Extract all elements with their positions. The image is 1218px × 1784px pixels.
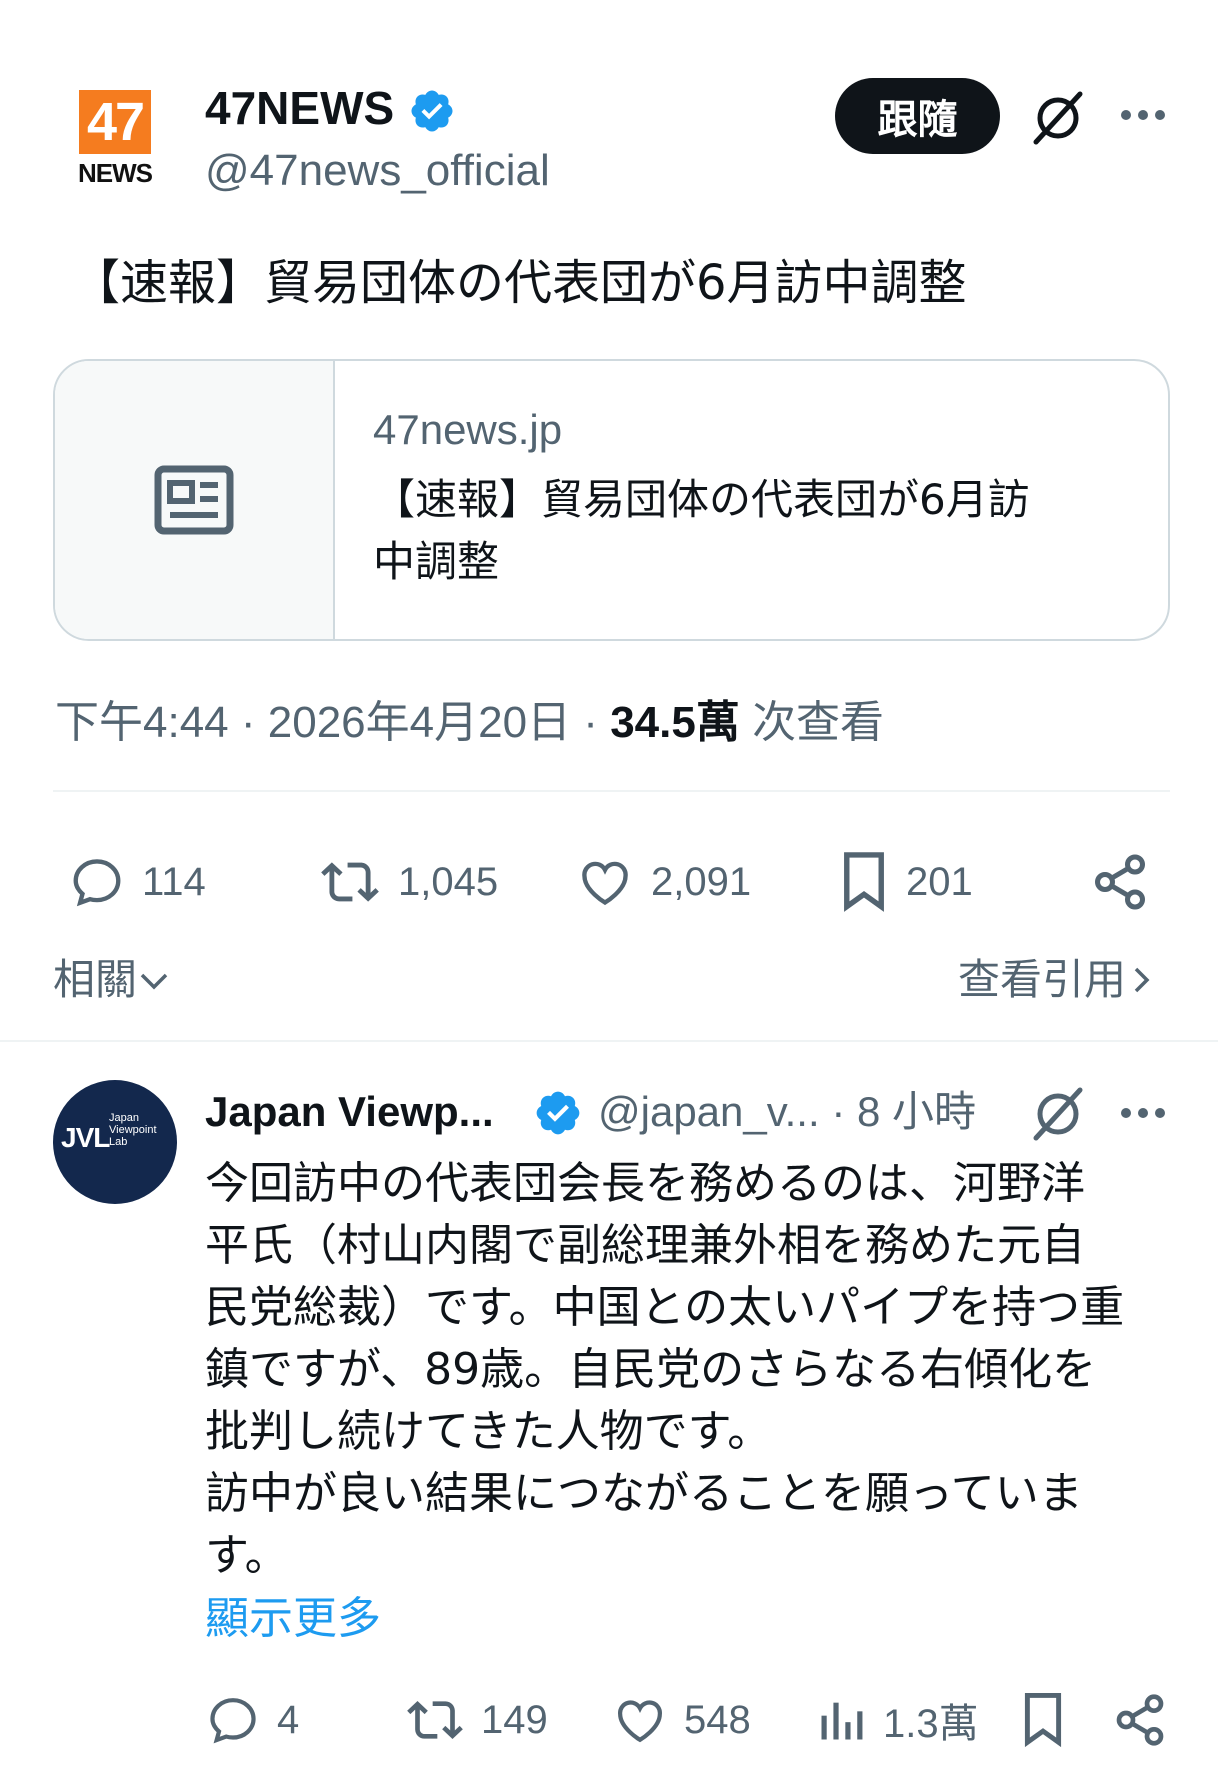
avatar-logo-number: 47: [79, 90, 151, 154]
link-card-title-line: 【速報】貿易団体の代表団が6月訪: [373, 475, 1030, 524]
reply-like-count: 548: [684, 1697, 751, 1742]
meta-separator: ·: [583, 698, 611, 747]
like-count: 2,091: [651, 859, 752, 904]
bookmark-count: 201: [906, 859, 973, 904]
reply-text-line: 鎮ですが、89歳。自民党のさらなる右傾化を: [205, 1344, 1097, 1395]
reply-time[interactable]: · 8 小時: [831, 1088, 976, 1135]
reply-text-line: す。: [205, 1530, 289, 1581]
chevron-right-icon: [1134, 967, 1150, 993]
link-card[interactable]: 47news.jp 【速報】貿易団体の代表団が6月訪 中調整: [53, 359, 1170, 641]
section-divider: [0, 1040, 1218, 1042]
link-card-title: 【速報】貿易団体の代表団が6月訪 中調整: [373, 469, 1128, 593]
reply-like-button[interactable]: 548: [612, 1688, 751, 1752]
reply-share-button[interactable]: [1112, 1688, 1184, 1752]
reply-icon: [73, 859, 121, 907]
view-quotes-label: 查看引用: [958, 955, 1127, 1004]
bookmark-icon: [844, 852, 884, 912]
repost-icon: [407, 1701, 463, 1739]
reply-views-button[interactable]: 1.3萬: [815, 1688, 979, 1752]
reply-repost-count: 149: [481, 1697, 548, 1742]
reply-icon: [210, 1698, 256, 1744]
verified-badge-icon: [411, 90, 453, 132]
reply-text: 今回訪中の代表団会長を務めるのは、河野洋 平氏（村山内閣で副総理兼外相を務めた元…: [205, 1153, 1180, 1587]
tweet-text: 【速報】貿易団体の代表団が6月訪中調整: [72, 255, 967, 311]
repost-button[interactable]: 1,045: [318, 850, 498, 914]
views-label: 次查看: [752, 698, 885, 747]
reply-author-avatar[interactable]: JVL Japan Viewpoint Lab: [53, 1080, 177, 1204]
reply-text-line: 平氏（村山内閣で副総理兼外相を務めた元自: [205, 1220, 1085, 1271]
more-options-icon[interactable]: [1118, 98, 1168, 132]
repost-icon: [321, 862, 379, 902]
avatar-jvl-subtext: Japan Viewpoint Lab: [109, 1112, 157, 1148]
reply-text-line: 訪中が良い結果につながることを願っていま: [205, 1468, 1083, 1519]
article-icon: [154, 465, 234, 535]
reply-meta: @japan_v... · 8 小時: [598, 1085, 976, 1139]
repost-count: 1,045: [398, 859, 499, 904]
reply-text-line: 今回訪中の代表団会長を務めるのは、河野洋: [205, 1158, 1085, 1209]
reply-text-line: 批判し続けてきた人物です。: [205, 1406, 772, 1457]
reply-reply-count: 4: [277, 1697, 300, 1742]
show-more-link[interactable]: 顯示更多: [205, 1588, 381, 1650]
reply-bookmark-button[interactable]: [1020, 1688, 1082, 1752]
like-button[interactable]: 2,091: [575, 850, 751, 914]
reply-text-line: 民党総裁）です。中国との太いパイプを持つ重: [205, 1282, 1125, 1333]
more-options-icon[interactable]: [1118, 1096, 1168, 1130]
chevron-down-icon: [140, 973, 168, 990]
tweet-meta: 下午4:44 · 2026年4月20日 · 34.5萬 次查看: [55, 695, 884, 751]
reply-author-handle[interactable]: @japan_v...: [598, 1088, 820, 1135]
follow-button[interactable]: 跟隨: [835, 78, 1000, 154]
related-label: 相關: [53, 955, 138, 1004]
reply-reply-button[interactable]: 4: [205, 1688, 299, 1752]
views-count: 34.5萬: [610, 698, 740, 747]
bookmark-icon: [1024, 1693, 1062, 1748]
bookmark-button[interactable]: 201: [838, 850, 973, 914]
share-icon: [1116, 1694, 1164, 1746]
reply-views-count: 1.3萬: [883, 1702, 979, 1746]
heart-icon: [618, 1700, 662, 1743]
related-dropdown[interactable]: 相關: [53, 950, 171, 1010]
reply-button[interactable]: 114: [68, 850, 206, 914]
meta-separator: ·: [240, 698, 268, 747]
link-card-title-line: 中調整: [373, 537, 500, 586]
share-icon: [1095, 854, 1145, 910]
author-handle[interactable]: @47news_official: [205, 144, 550, 198]
grok-icon[interactable]: [1028, 1084, 1088, 1144]
avatar-logo-word: NEWS: [78, 158, 153, 188]
divider: [53, 790, 1170, 792]
view-quotes-link[interactable]: 查看引用: [958, 950, 1156, 1010]
reply-author-name[interactable]: Japan Viewp...: [205, 1085, 494, 1139]
grok-icon[interactable]: [1028, 88, 1088, 148]
author-name[interactable]: 47NEWS: [205, 80, 394, 136]
tweet-date[interactable]: 2026年4月20日: [268, 698, 571, 747]
reply-count: 114: [142, 859, 206, 904]
link-card-thumbnail: [55, 361, 335, 639]
link-card-domain: 47news.jp: [373, 406, 563, 453]
share-button[interactable]: [1090, 850, 1166, 914]
47news-avatar[interactable]: 47 NEWS: [75, 90, 155, 190]
avatar-jvl-text: JVL: [61, 1122, 110, 1153]
heart-icon: [582, 861, 628, 906]
reply-repost-button[interactable]: 149: [405, 1688, 548, 1752]
verified-badge-icon: [536, 1091, 580, 1135]
views-chart-icon: [821, 1702, 863, 1740]
tweet-time[interactable]: 下午4:44: [55, 698, 229, 747]
